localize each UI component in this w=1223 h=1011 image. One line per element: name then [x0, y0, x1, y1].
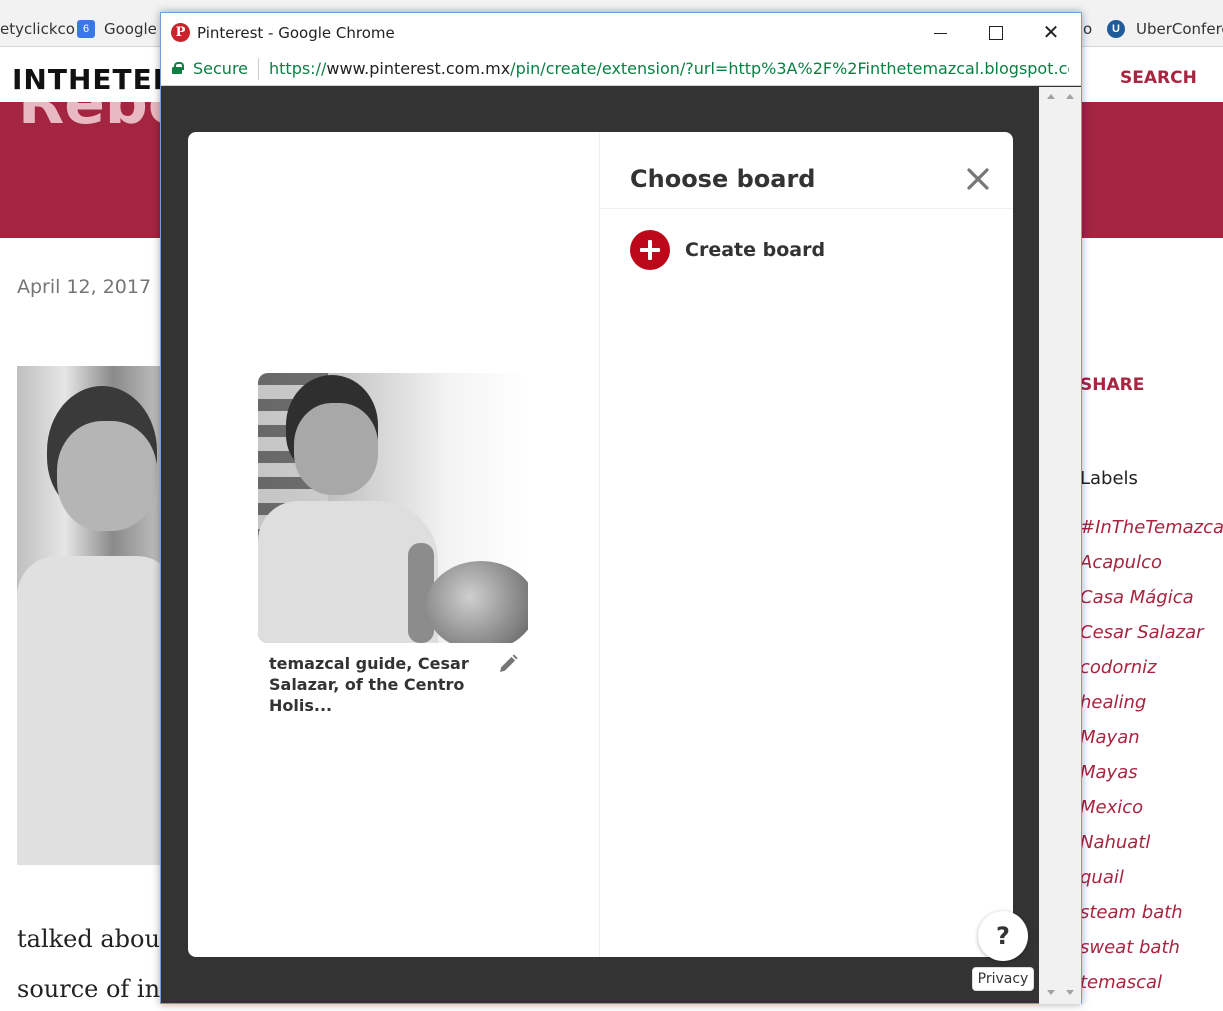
- label-link[interactable]: codorniz: [1080, 657, 1223, 692]
- header-divider: [600, 208, 1013, 209]
- blog-search-link[interactable]: SEARCH: [1120, 68, 1197, 88]
- board-list-pane: Choose board Create board: [600, 132, 1013, 957]
- scrollbar[interactable]: [1039, 87, 1081, 1004]
- choose-board-modal: temazcal guide, Cesar Salazar, of the Ce…: [188, 132, 1013, 957]
- url-path: /pin/create/extension/?url=http%3A%2F%2F…: [510, 59, 1069, 78]
- blog-title[interactable]: INTHETEM: [12, 63, 182, 96]
- scroll-up-icon[interactable]: [1066, 94, 1074, 99]
- window-title: Pinterest - Google Chrome: [197, 24, 395, 42]
- create-board-button[interactable]: Create board: [630, 230, 990, 270]
- url-host: www.pinterest.com.mx: [326, 59, 511, 78]
- pin-preview-pane: temazcal guide, Cesar Salazar, of the Ce…: [188, 132, 599, 957]
- label-link[interactable]: Acapulco: [1080, 552, 1223, 587]
- plus-icon: [630, 230, 670, 270]
- privacy-link[interactable]: Privacy: [972, 967, 1034, 991]
- post-date: April 12, 2017: [17, 276, 152, 298]
- scroll-down-icon[interactable]: [1047, 990, 1055, 995]
- pin-description: temazcal guide, Cesar Salazar, of the Ce…: [269, 654, 469, 715]
- secure-label: Secure: [193, 59, 249, 78]
- pinterest-logo-icon: P: [171, 23, 190, 42]
- labels-heading: Labels: [1080, 468, 1138, 489]
- pencil-icon: [500, 654, 518, 672]
- post-photo: [17, 366, 177, 865]
- label-link[interactable]: Cesar Salazar: [1080, 622, 1223, 657]
- scroll-up-icon[interactable]: [1047, 94, 1055, 99]
- edit-description-button[interactable]: [496, 652, 520, 676]
- bookmark-uberconference[interactable]: UberConferen: [1136, 20, 1223, 38]
- label-link[interactable]: sweat bath: [1080, 937, 1223, 972]
- url-scheme: https://: [269, 59, 327, 78]
- maximize-button[interactable]: [981, 19, 1009, 45]
- help-button[interactable]: ?: [978, 911, 1028, 961]
- window-close-button[interactable]: ✕: [1037, 19, 1065, 45]
- post-text-line: source of inc: [17, 975, 174, 1003]
- label-link[interactable]: Mexico: [1080, 797, 1223, 832]
- scroll-down-icon[interactable]: [1066, 990, 1074, 995]
- lock-icon: [172, 62, 184, 74]
- label-link[interactable]: Mayas: [1080, 762, 1223, 797]
- share-link[interactable]: SHARE: [1080, 375, 1144, 395]
- label-link[interactable]: #InTheTemazcal: [1080, 517, 1223, 552]
- label-link[interactable]: Nahuatl: [1080, 832, 1223, 867]
- post-text-line: talked about: [17, 925, 170, 953]
- close-icon: [967, 168, 989, 190]
- minimize-button[interactable]: [926, 19, 954, 45]
- label-link[interactable]: Mayan: [1080, 727, 1223, 762]
- bookmark-google[interactable]: Google: [104, 20, 157, 38]
- address-bar[interactable]: Secure https://www.pinterest.com.mx/pin/…: [161, 52, 1081, 86]
- url-text[interactable]: https://www.pinterest.com.mx/pin/create/…: [269, 59, 1069, 78]
- label-link[interactable]: Casa Mágica: [1080, 587, 1223, 622]
- bookmark-item[interactable]: etyclickco: [0, 20, 75, 38]
- create-board-label: Create board: [685, 239, 826, 261]
- modal-close-button[interactable]: [964, 165, 992, 193]
- pin-image: [258, 373, 528, 643]
- calendar-icon: 6: [77, 20, 95, 38]
- label-link[interactable]: steam bath: [1080, 902, 1223, 937]
- modal-title: Choose board: [630, 165, 816, 193]
- labels-list: #InTheTemazcal Acapulco Casa Mágica Cesa…: [1080, 517, 1223, 1007]
- uberconference-icon: U: [1107, 20, 1125, 38]
- address-divider: [258, 58, 259, 80]
- label-link[interactable]: temascal: [1080, 972, 1223, 1007]
- window-titlebar[interactable]: P Pinterest - Google Chrome ✕: [161, 13, 1081, 52]
- label-link[interactable]: quail: [1080, 867, 1223, 902]
- label-link[interactable]: healing: [1080, 692, 1223, 727]
- bookmark-partial[interactable]: o: [1083, 20, 1092, 38]
- pinterest-popup-window: P Pinterest - Google Chrome ✕ Secure htt…: [160, 12, 1082, 1004]
